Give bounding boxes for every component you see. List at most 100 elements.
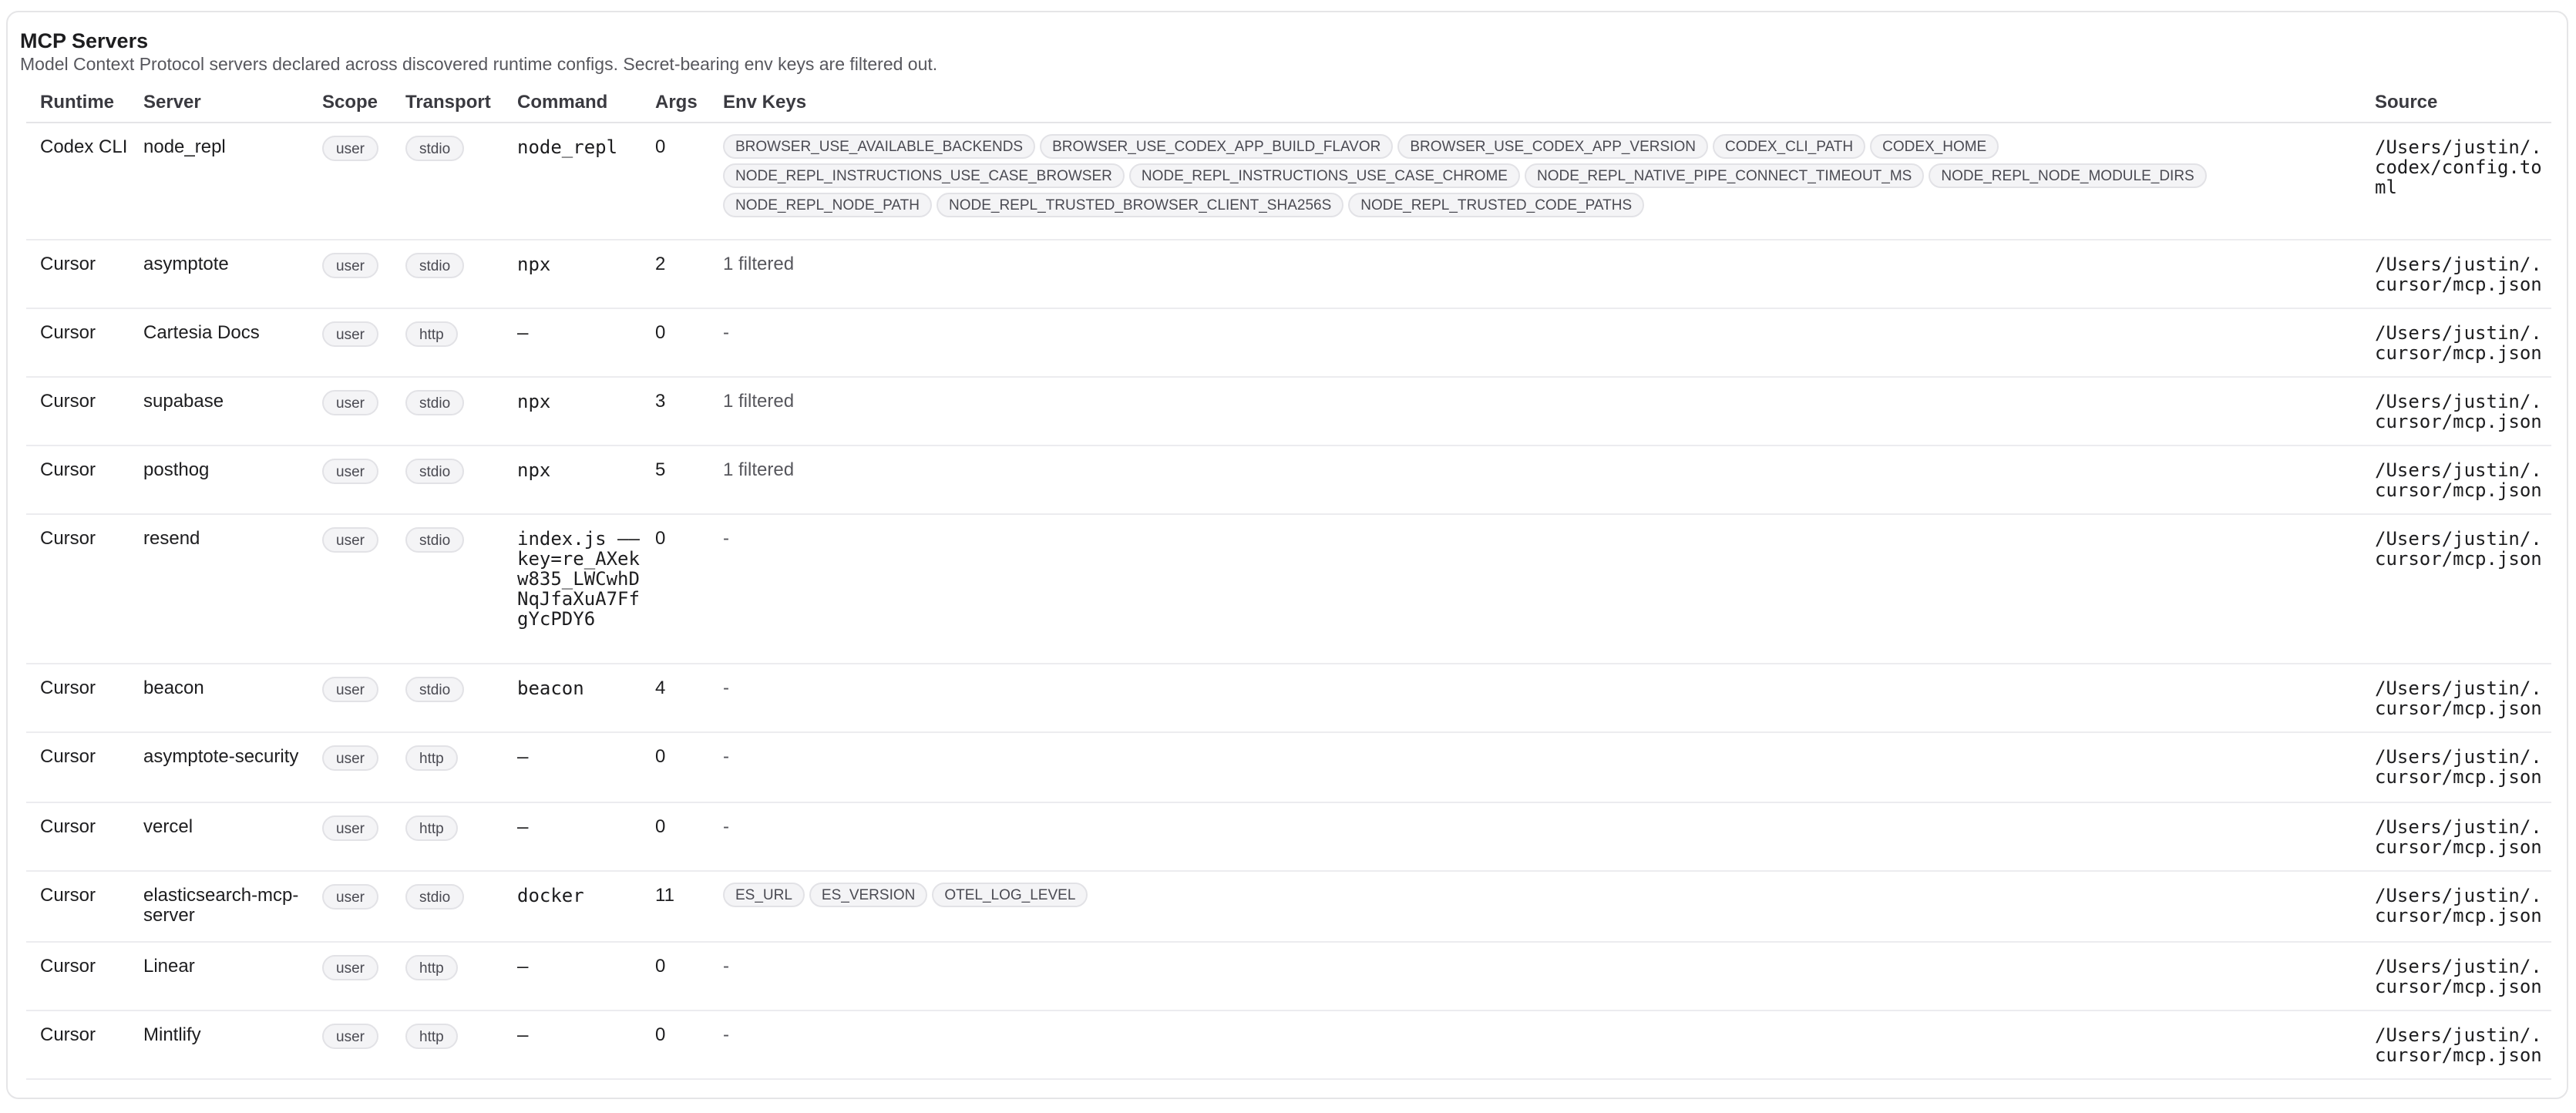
scope-cell: user — [308, 123, 392, 240]
env-keys-text: 1 filtered — [723, 391, 795, 412]
args-count-cell: 0 — [641, 1010, 709, 1080]
scope-badge: user — [322, 745, 378, 771]
args-count-cell: 0 — [641, 802, 709, 872]
env-keys-cell: - — [709, 308, 2361, 378]
env-keys-text: - — [723, 1024, 729, 1045]
table-row: Cursor beacon user stdio beacon 4-/Users/just… — [26, 664, 2551, 733]
env-key-badge: NODE_REPL_NODE_MODULE_DIRS — [1929, 163, 2207, 188]
scope-cell: user — [308, 514, 392, 664]
args-count-cell: 0 — [641, 123, 709, 240]
env-key-badge: NODE_REPL_INSTRUCTIONS_USE_CASE_BROWSER — [723, 163, 1125, 188]
runtime-cell: Cursor — [26, 802, 129, 872]
server-name-cell: Mintlify — [129, 1010, 308, 1080]
runtime-cell: Cursor — [26, 240, 129, 309]
source-path-cell: /Users/justin/.codex/config.toml — [2361, 123, 2551, 240]
args-count-cell: 2 — [641, 240, 709, 309]
command-cell: – — [503, 308, 641, 378]
env-key-badge: NODE_REPL_TRUSTED_BROWSER_CLIENT_SHA256S — [936, 193, 1344, 217]
env-keys-cell: - — [709, 732, 2361, 803]
transport-badge: stdio — [405, 253, 465, 278]
transport-cell: http — [392, 1010, 503, 1080]
scope-badge: user — [322, 527, 378, 553]
transport-cell: http — [392, 802, 503, 872]
transport-cell: stdio — [392, 664, 503, 733]
command-cell: npx — [503, 240, 641, 309]
transport-badge: http — [405, 1024, 458, 1049]
scope-cell: user — [308, 732, 392, 803]
table-row: Cursor resend user stdio index.js ––key=re_A… — [26, 514, 2551, 664]
command-cell: npx — [503, 377, 641, 446]
scope-badge: user — [322, 321, 378, 347]
header-server: Server — [129, 83, 308, 123]
section-subtitle: Model Context Protocol servers declared … — [20, 54, 938, 74]
transport-badge: stdio — [405, 459, 465, 484]
env-key-badge: CODEX_HOME — [1870, 134, 1999, 159]
transport-badge: stdio — [405, 390, 465, 415]
transport-cell: stdio — [392, 446, 503, 515]
scope-cell: user — [308, 942, 392, 1011]
table-row: Cursor Cartesia Docs user http –0- /Users/jus… — [26, 308, 2551, 378]
command-cell: beacon — [503, 664, 641, 733]
scope-badge: user — [322, 1024, 378, 1049]
args-count-cell: 0 — [641, 308, 709, 378]
header-env-keys: Env Keys — [709, 83, 2361, 123]
transport-badge: stdio — [405, 136, 465, 161]
table-row: Cursor elasticsearch-mcp-server user stdio d… — [26, 871, 2551, 943]
scope-badge: user — [322, 253, 378, 278]
transport-cell: http — [392, 942, 503, 1011]
scope-badge: user — [322, 677, 378, 702]
env-key-badge: ES_VERSION — [809, 883, 928, 907]
server-name-cell: resend — [129, 514, 308, 664]
table-row: Cursor Mintlify user http –0- /Users/justin/.… — [26, 1010, 2551, 1080]
scope-cell: user — [308, 377, 392, 446]
scope-cell: user — [308, 240, 392, 309]
env-keys-text: 1 filtered — [723, 254, 795, 274]
env-key-badge: CODEX_CLI_PATH — [1712, 134, 1866, 159]
env-keys-cell: 1 filtered — [709, 240, 2361, 309]
server-name-cell: Linear — [129, 942, 308, 1011]
header-runtime: Runtime — [26, 83, 129, 123]
env-keys-text: - — [723, 322, 729, 343]
runtime-cell: Cursor — [26, 664, 129, 733]
runtime-cell: Codex CLI — [26, 123, 129, 240]
scope-cell: user — [308, 1010, 392, 1080]
env-keys-cell: - — [709, 664, 2361, 733]
runtime-cell: Cursor — [26, 308, 129, 378]
server-name-cell: elasticsearch-mcp-server — [129, 871, 308, 943]
env-key-badge: ES_URL — [723, 883, 805, 907]
transport-cell: stdio — [392, 514, 503, 664]
command-cell: – — [503, 942, 641, 1011]
scope-badge: user — [322, 955, 378, 980]
header-command: Command — [503, 83, 641, 123]
runtime-cell: Cursor — [26, 942, 129, 1011]
transport-badge: http — [405, 745, 458, 771]
args-count-cell: 0 — [641, 942, 709, 1011]
header-source: Source — [2361, 83, 2551, 123]
command-cell: node_repl — [503, 123, 641, 240]
runtime-cell: Cursor — [26, 1010, 129, 1080]
env-key-badge: BROWSER_USE_AVAILABLE_BACKENDS — [723, 134, 1036, 159]
transport-badge: http — [405, 955, 458, 980]
env-key-badge: BROWSER_USE_CODEX_APP_VERSION — [1397, 134, 1708, 159]
table-row: Cursor Linear user http –0- /Users/justin/.cu… — [26, 942, 2551, 1011]
transport-cell: http — [392, 732, 503, 803]
header-transport: Transport — [392, 83, 503, 123]
args-count-cell: 5 — [641, 446, 709, 515]
table-header-row: Runtime Server Scope Transport Command A… — [26, 83, 2551, 123]
command-cell: – — [503, 802, 641, 872]
transport-cell: stdio — [392, 377, 503, 446]
args-count-cell: 0 — [641, 514, 709, 664]
scope-badge: user — [322, 136, 378, 161]
env-keys-text: - — [723, 956, 729, 977]
env-key-badge: NODE_REPL_NATIVE_PIPE_CONNECT_TIMEOUT_MS — [1524, 163, 1925, 188]
source-path-cell: /Users/justin/.cursor/mcp.json — [2361, 732, 2551, 803]
source-path-cell: /Users/justin/.cursor/mcp.json — [2361, 240, 2551, 309]
args-count-cell: 3 — [641, 377, 709, 446]
transport-badge: http — [405, 815, 458, 841]
source-path-cell: /Users/justin/.cursor/mcp.json — [2361, 664, 2551, 733]
runtime-cell: Cursor — [26, 871, 129, 943]
scope-badge: user — [322, 815, 378, 841]
transport-cell: stdio — [392, 123, 503, 240]
env-key-badge: NODE_REPL_INSTRUCTIONS_USE_CASE_CHROME — [1128, 163, 1520, 188]
scope-cell: user — [308, 802, 392, 872]
